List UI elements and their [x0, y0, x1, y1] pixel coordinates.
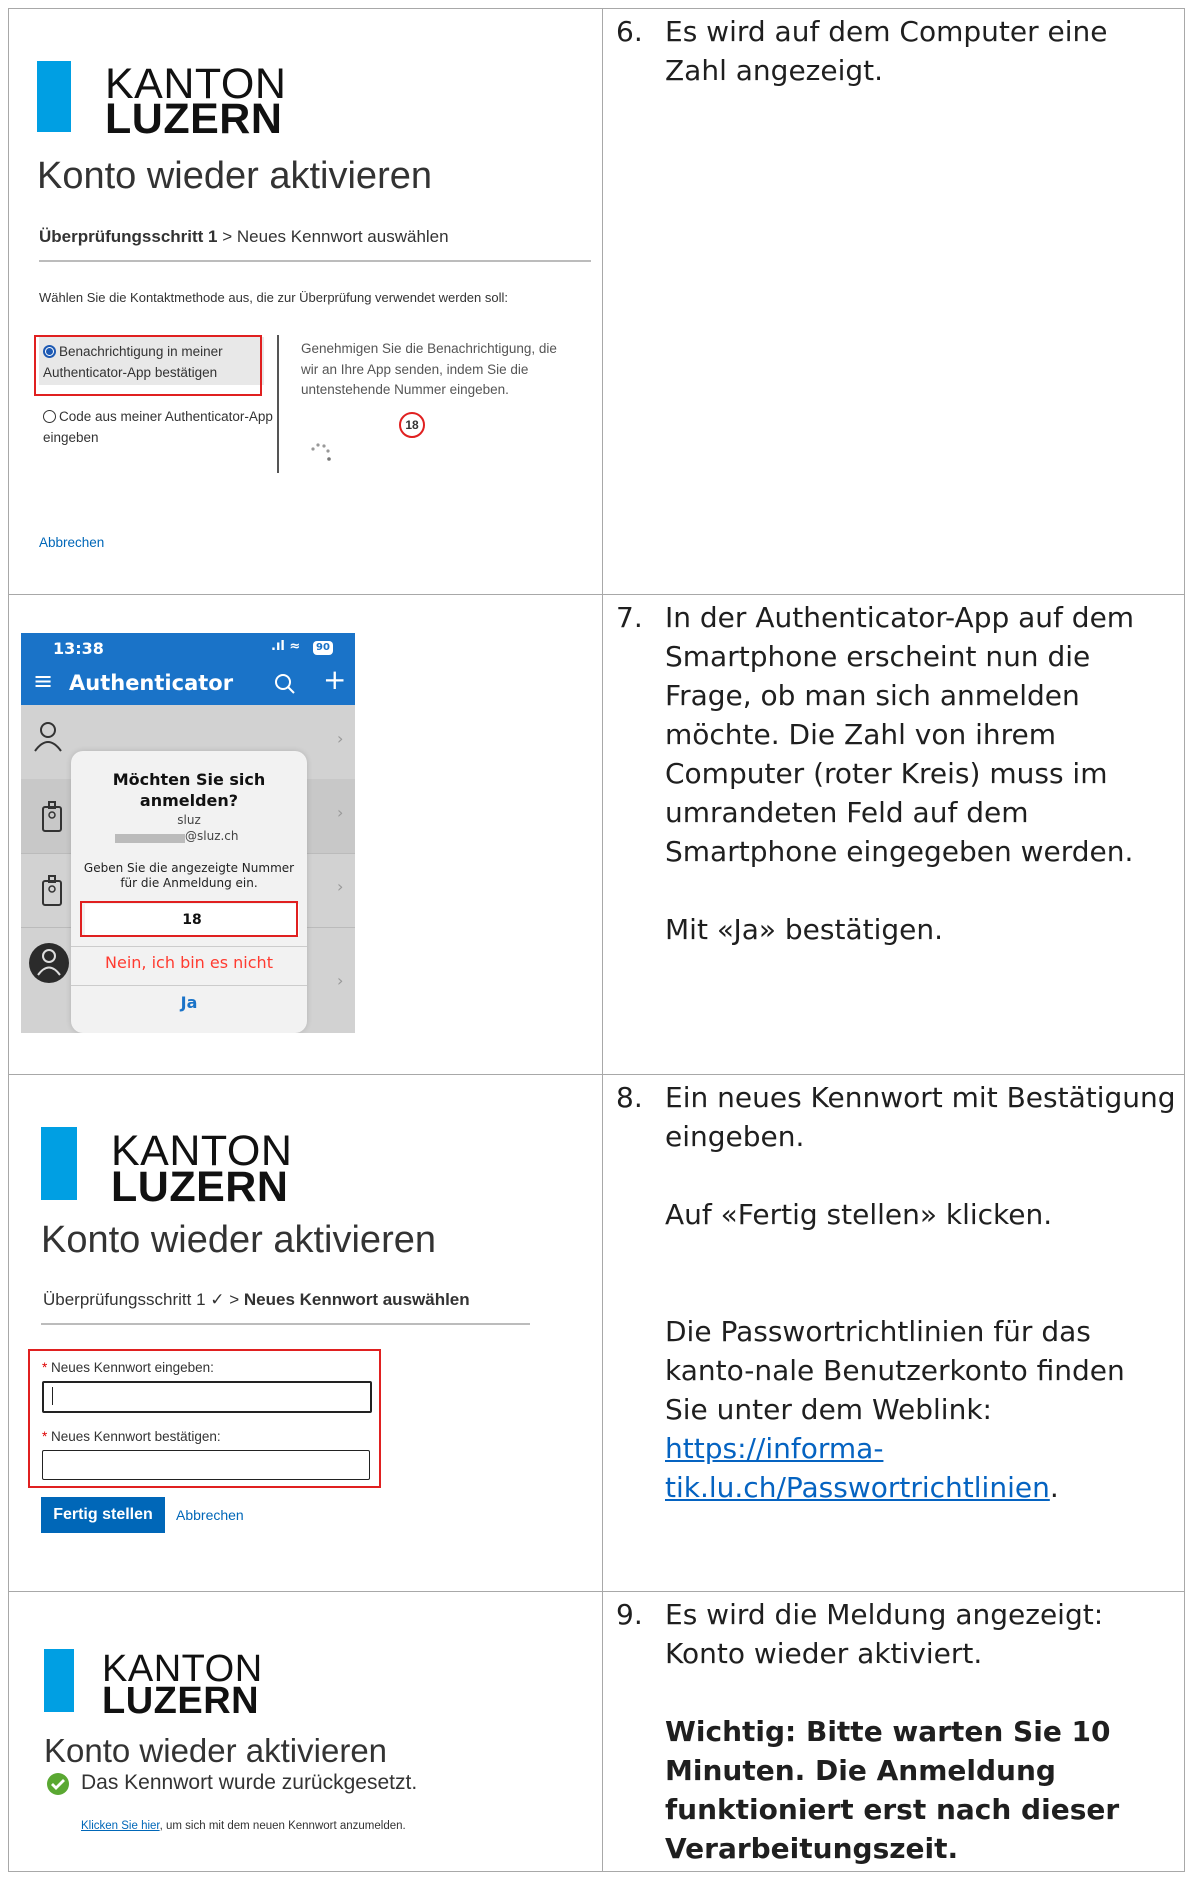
badge-icon: [42, 875, 62, 906]
important-note: Wichtig: Bitte warten Sie 10 Minuten. Di…: [665, 1715, 1120, 1865]
password-policy-link[interactable]: https://informa-tik.lu.ch/Passwortrichtl…: [665, 1432, 1050, 1504]
login-hint: Klicken Sie hier, um sich mit dem neuen …: [81, 1820, 406, 1832]
step-paragraph: In der Authenticator-App auf dem Smartph…: [665, 601, 1135, 868]
dialog-org: sluz: [177, 813, 201, 827]
check-circle-icon: [47, 1773, 69, 1795]
deny-button[interactable]: Nein, ich bin es nicht: [71, 953, 307, 972]
dialog-account: @sluz.ch: [185, 829, 239, 843]
status-time: 13:38: [53, 639, 104, 658]
search-icon[interactable]: [274, 673, 296, 695]
step-paragraph: Die Passwortrichtlinien für das kanto-na…: [665, 1315, 1125, 1504]
phone-screenshot: 13:38 .ıl ≈ 90 ≡ Authenticator + › › › ›…: [21, 633, 355, 1033]
step-9-text: 9. Es wird die Meldung angezeigt: Konto …: [603, 1595, 1184, 1868]
dialog-title: Möchten Sie sich anmelden?: [112, 770, 266, 810]
text-cell: 6. Es wird auf dem Computer eine Zahl an…: [602, 8, 1185, 595]
cancel-link[interactable]: Abbrechen: [39, 535, 104, 550]
reactivate-screenshot-step-6: KANTON LUZERN Konto wieder aktivieren Üb…: [9, 9, 599, 589]
radio-unselected-icon[interactable]: [43, 410, 56, 423]
finish-button[interactable]: Fertig stellen: [41, 1497, 165, 1533]
divider: [71, 946, 307, 947]
highlight-box: [80, 901, 298, 937]
page-title: Konto wieder aktivieren: [37, 155, 432, 197]
cancel-link[interactable]: Abbrechen: [176, 1507, 244, 1523]
page-title: Konto wieder aktivieren: [41, 1219, 436, 1261]
chevron-right-icon: ›: [337, 729, 344, 748]
approval-number: 18: [399, 412, 425, 438]
highlight-box: [34, 335, 262, 396]
step-number: 7.: [616, 601, 643, 634]
step-number: 9.: [616, 1598, 643, 1631]
step-number: 6.: [616, 15, 643, 48]
status-signal-icon: .ıl ≈: [271, 639, 301, 654]
text-cursor: [52, 1387, 53, 1405]
divider: [39, 260, 591, 262]
step-number: 8.: [616, 1081, 643, 1114]
menu-icon[interactable]: ≡: [33, 669, 53, 693]
person-icon: [37, 949, 61, 976]
page-title: Konto wieder aktivieren: [44, 1732, 388, 1769]
chevron-right-icon: ›: [337, 971, 344, 990]
chevron-right-icon: ›: [337, 803, 344, 822]
method-instruction: Wählen Sie die Kontaktmethode aus, die z…: [39, 290, 508, 305]
screenshot-cell: 13:38 .ıl ≈ 90 ≡ Authenticator + › › › ›…: [8, 594, 603, 1075]
reactivate-screenshot-step-9: KANTON LUZERN Konto wieder aktivieren Da…: [44, 1648, 418, 1832]
success-message: Das Kennwort wurde zurückgesetzt.: [81, 1771, 418, 1794]
app-title: Authenticator: [69, 671, 234, 695]
step-8-text: 8. Ein neues Kennwort mit Bestätigung ei…: [603, 1078, 1184, 1507]
step-7-text: 7. In der Authenticator-App auf dem Smar…: [603, 598, 1184, 949]
add-icon[interactable]: +: [323, 665, 346, 695]
text-cell: 9. Es wird die Meldung angezeigt: Konto …: [602, 1591, 1185, 1872]
instruction-table: KANTON LUZERN Konto wieder aktivieren Üb…: [8, 8, 1185, 1872]
breadcrumb: Überprüfungsschritt 1 > Neues Kennwort a…: [39, 227, 449, 246]
step-paragraph: Mit «Ja» bestätigen.: [665, 913, 944, 946]
new-password-input[interactable]: [42, 1381, 372, 1413]
text-cell: 7. In der Authenticator-App auf dem Smar…: [602, 594, 1185, 1075]
step-6-text: 6. Es wird auf dem Computer eine Zahl an…: [603, 12, 1184, 90]
screenshot-cell: KANTON LUZERN Konto wieder aktivieren Da…: [8, 1591, 603, 1872]
step-paragraph: Ein neues Kennwort mit Bestätigung einge…: [665, 1081, 1176, 1153]
divider: [71, 985, 307, 986]
step-row-9: KANTON LUZERN Konto wieder aktivieren Da…: [8, 1591, 1185, 1872]
screenshot-cell: KANTON LUZERN Konto wieder aktivieren Üb…: [8, 1074, 603, 1592]
divider: [41, 1323, 530, 1325]
person-icon: [34, 722, 62, 752]
field-label: * Neues Kennwort bestätigen:: [42, 1429, 221, 1444]
vertical-separator: [277, 335, 279, 473]
battery-icon: 90: [313, 641, 333, 655]
click-here-link[interactable]: Klicken Sie hier: [81, 1820, 160, 1832]
step-row-8: KANTON LUZERN Konto wieder aktivieren Üb…: [8, 1074, 1185, 1592]
badge-icon: [42, 801, 62, 832]
screenshot-cell: KANTON LUZERN Konto wieder aktivieren Üb…: [8, 8, 603, 595]
reactivate-screenshot-step-8: KANTON LUZERN Konto wieder aktivieren Üb…: [9, 1075, 599, 1585]
approve-instruction: Genehmigen Sie die Benachrichtigung, die…: [301, 341, 557, 397]
step-paragraph: Es wird die Meldung angezeigt: Konto wie…: [665, 1598, 1104, 1670]
confirm-password-input[interactable]: [42, 1450, 370, 1480]
dialog-prompt: Geben Sie die angezeigte Nummer für die …: [83, 861, 295, 890]
loading-spinner-icon: [311, 443, 331, 461]
option-authenticator-code[interactable]: Code aus meiner Authenticator-App eingeb…: [39, 406, 273, 448]
step-row-7: 13:38 .ıl ≈ 90 ≡ Authenticator + › › › ›…: [8, 594, 1185, 1075]
redacted-account: [115, 834, 185, 843]
confirm-button[interactable]: Ja: [71, 993, 307, 1012]
step-paragraph: Auf «Fertig stellen» klicken.: [665, 1198, 1053, 1231]
step-paragraph: Es wird auf dem Computer eine Zahl angez…: [665, 15, 1108, 87]
field-label: * Neues Kennwort eingeben:: [42, 1360, 214, 1375]
step-row-6: KANTON LUZERN Konto wieder aktivieren Üb…: [8, 8, 1185, 595]
breadcrumb: Überprüfungsschritt 1 ✓ > Neues Kennwort…: [43, 1290, 470, 1309]
text-cell: 8. Ein neues Kennwort mit Bestätigung ei…: [602, 1074, 1185, 1592]
chevron-right-icon: ›: [337, 877, 344, 896]
